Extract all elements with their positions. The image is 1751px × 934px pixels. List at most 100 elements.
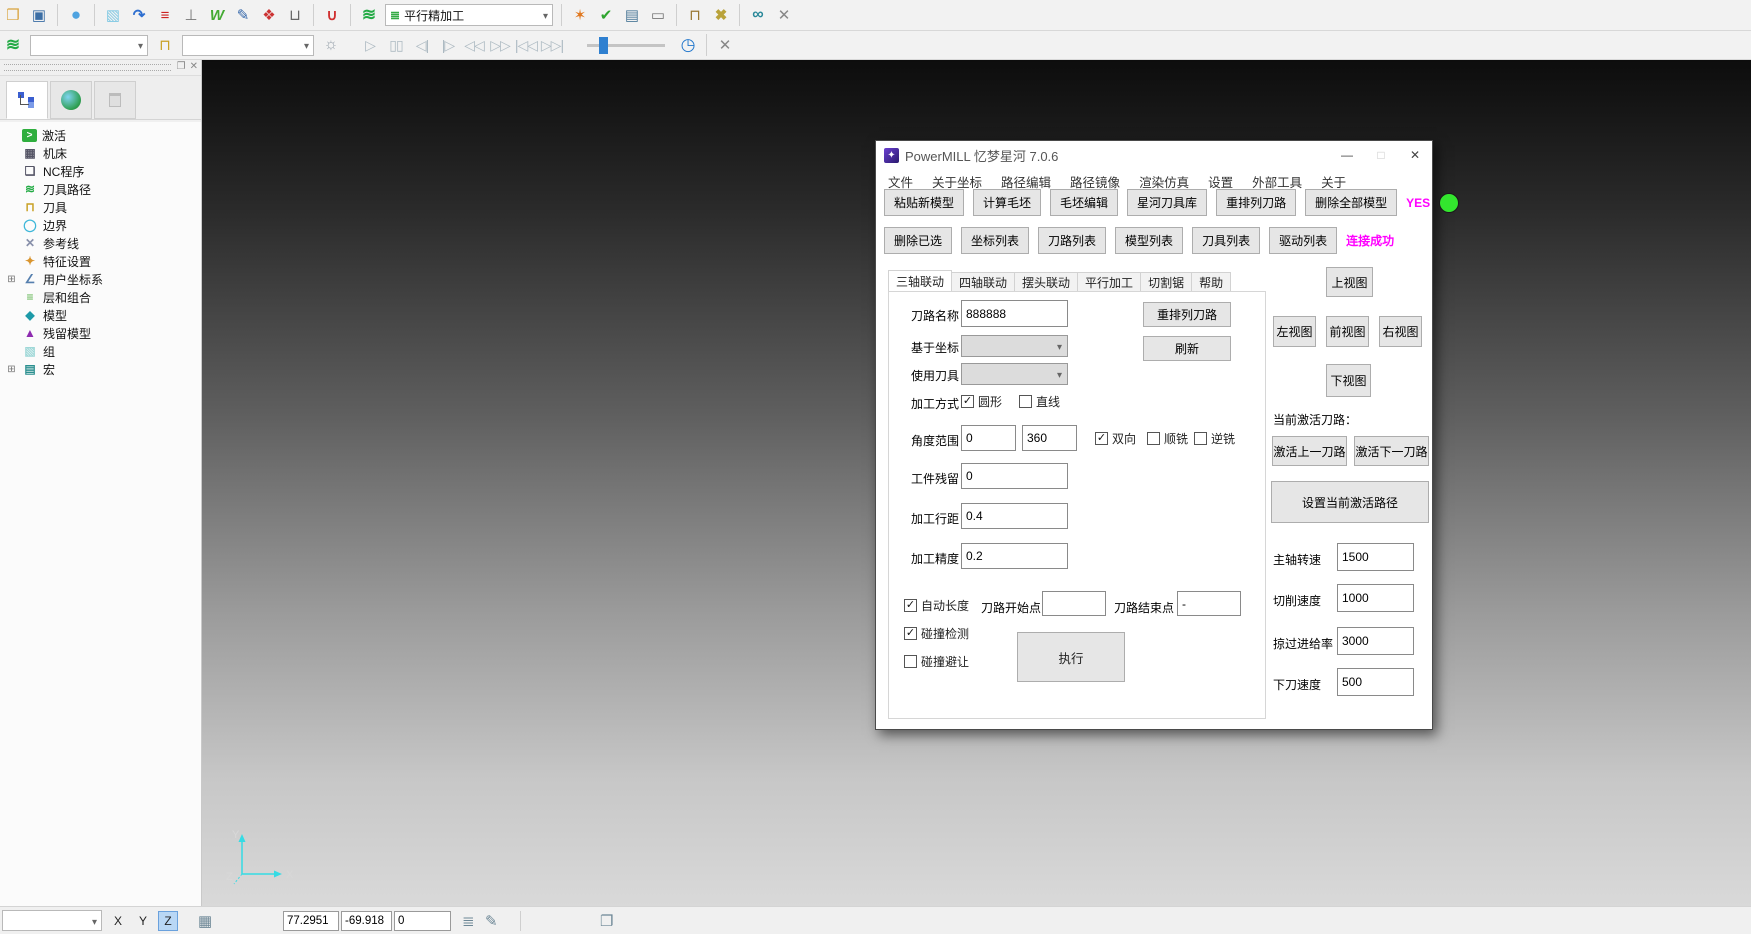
block-edit-button[interactable]: 毛坯编辑 bbox=[1050, 189, 1118, 216]
bidirectional-checkbox[interactable]: ✓ 双向 bbox=[1095, 430, 1136, 447]
method-circle-checkbox[interactable]: ✓ 圆形 bbox=[961, 393, 1002, 410]
toolpath-icon[interactable]: ≋ bbox=[357, 4, 381, 26]
tree-item-groups[interactable]: ▧ 组 bbox=[6, 342, 201, 360]
reorder-paths-button-2[interactable]: 重排列刀路 bbox=[1143, 302, 1231, 327]
coord-y-field[interactable] bbox=[341, 911, 392, 931]
rewind-icon[interactable]: ◁◁ bbox=[462, 34, 486, 56]
tab-help[interactable]: 帮助 bbox=[1191, 272, 1231, 292]
tab-parallel[interactable]: 平行加工 bbox=[1077, 272, 1141, 292]
activate-prev-button[interactable]: 激活上一刀路 bbox=[1272, 436, 1347, 466]
tree-item-tools[interactable]: ⊓ 刀具 bbox=[6, 198, 201, 216]
conventional-checkbox[interactable]: 逆铣 bbox=[1194, 430, 1235, 447]
end-point-input[interactable] bbox=[1177, 591, 1241, 616]
skip-start-icon[interactable]: |◁◁ bbox=[514, 34, 538, 56]
maximize-button[interactable]: □ bbox=[1364, 141, 1398, 169]
float-panel-icon[interactable]: ❐ bbox=[177, 61, 186, 72]
checkbox[interactable] bbox=[1147, 432, 1160, 445]
top-view-button[interactable]: 上视图 bbox=[1326, 267, 1373, 297]
method-line-checkbox[interactable]: 直线 bbox=[1019, 393, 1060, 410]
panel-grip[interactable]: ❐ ✕ bbox=[0, 60, 201, 76]
coord-z-field[interactable] bbox=[394, 911, 451, 931]
menu-file[interactable]: 文件 bbox=[888, 172, 913, 191]
sim-toolpath-dropdown[interactable] bbox=[30, 35, 148, 56]
tree-item-boundaries[interactable]: ◯ 边界 bbox=[6, 216, 201, 234]
skim-input[interactable] bbox=[1337, 627, 1414, 655]
calc-block-button[interactable]: 计算毛坯 bbox=[973, 189, 1041, 216]
verify-icon[interactable]: ✔ bbox=[594, 4, 618, 26]
tree-item-models[interactable]: ◆ 模型 bbox=[6, 306, 201, 324]
menu-mirror[interactable]: 路径镜像 bbox=[1070, 172, 1120, 191]
pause-icon[interactable]: ▯▯ bbox=[384, 34, 408, 56]
tree-item-patterns[interactable]: ✕ 参考线 bbox=[6, 234, 201, 252]
tree-item-stock-models[interactable]: ▲ 残留模型 bbox=[6, 324, 201, 342]
menu-about[interactable]: 关于 bbox=[1321, 172, 1346, 191]
close-panel-icon[interactable]: ✕ bbox=[190, 61, 198, 72]
start-point-input[interactable] bbox=[1042, 591, 1106, 616]
angle-to-input[interactable] bbox=[1022, 425, 1077, 451]
refresh-button[interactable]: 刷新 bbox=[1143, 336, 1231, 361]
statusbar-dropdown[interactable] bbox=[2, 910, 102, 931]
toolpath-name-input[interactable] bbox=[961, 300, 1068, 327]
shaded-view-icon[interactable]: ● bbox=[64, 4, 88, 26]
climb-checkbox[interactable]: 顺铣 bbox=[1147, 430, 1188, 447]
stepover-input[interactable] bbox=[961, 503, 1068, 529]
levels-icon[interactable]: ≡ bbox=[153, 4, 177, 26]
reorder-paths-button[interactable]: 重排列刀路 bbox=[1216, 189, 1296, 216]
collision-check-icon[interactable]: ∪ bbox=[320, 4, 344, 26]
block-icon[interactable]: ▧ bbox=[101, 4, 125, 26]
checkbox[interactable] bbox=[1194, 432, 1207, 445]
menu-path-edit[interactable]: 路径编辑 bbox=[1001, 172, 1051, 191]
tree-item-levels[interactable]: ≡ 层和组合 bbox=[6, 288, 201, 306]
axis-x-button[interactable]: X bbox=[108, 911, 128, 931]
spindle-input[interactable] bbox=[1337, 543, 1414, 571]
drive-list-button[interactable]: 驱动列表 bbox=[1269, 227, 1337, 254]
axis-z-button[interactable]: Z bbox=[158, 911, 178, 931]
bottom-view-button[interactable]: 下视图 bbox=[1326, 364, 1371, 397]
sim-close-icon[interactable]: ✕ bbox=[713, 34, 737, 56]
auto-length-checkbox[interactable]: ✓ 自动长度 bbox=[904, 597, 969, 614]
list-icon[interactable]: ≣ bbox=[462, 912, 475, 930]
open-file-icon[interactable]: ❒ bbox=[1, 4, 25, 26]
toolbar-close-icon[interactable]: ✕ bbox=[772, 4, 796, 26]
ruler-icon[interactable]: ▭ bbox=[646, 4, 670, 26]
calc-strategy-icon[interactable]: ✶ bbox=[568, 4, 592, 26]
coord-list-button[interactable]: 坐标列表 bbox=[961, 227, 1029, 254]
close-button[interactable]: ✕ bbox=[1398, 141, 1432, 169]
coord-select[interactable] bbox=[961, 335, 1068, 357]
tree-item-macros[interactable]: ⊞ ▤ 宏 bbox=[6, 360, 201, 378]
drill-tool-icon[interactable]: ⊥ bbox=[179, 4, 203, 26]
tool-pair-icon[interactable]: ⊓ bbox=[683, 4, 707, 26]
execute-button[interactable]: 执行 bbox=[1017, 632, 1125, 682]
checkbox[interactable]: ✓ bbox=[961, 395, 974, 408]
tab-recycle[interactable] bbox=[94, 81, 136, 119]
path-list-button[interactable]: 刀路列表 bbox=[1038, 227, 1106, 254]
cutting-input[interactable] bbox=[1337, 584, 1414, 612]
tab-3axis[interactable]: 三轴联动 bbox=[888, 270, 952, 292]
tolerance-input[interactable] bbox=[961, 543, 1068, 569]
checkbox[interactable] bbox=[904, 655, 917, 668]
tree-item-workplanes[interactable]: ⊞ ∠ 用户坐标系 bbox=[6, 270, 201, 288]
speed-slider[interactable] bbox=[587, 44, 665, 47]
left-view-button[interactable]: 左视图 bbox=[1273, 316, 1316, 347]
delete-models-button[interactable]: 删除全部模型 bbox=[1305, 189, 1397, 216]
skip-end-icon[interactable]: ▷▷| bbox=[540, 34, 564, 56]
pages-icon[interactable]: ❐ bbox=[600, 912, 613, 930]
lightbulb-icon[interactable]: ☼ bbox=[319, 34, 343, 56]
snap-icon[interactable]: ✎ bbox=[485, 912, 498, 930]
tree-item-activate[interactable]: > 激活 bbox=[6, 126, 201, 144]
tree-item-toolpaths[interactable]: ≋ 刀具路径 bbox=[6, 180, 201, 198]
stock-input[interactable] bbox=[961, 463, 1068, 489]
tree-item-machine[interactable]: ▦ 机床 bbox=[6, 144, 201, 162]
save-icon[interactable]: ▣ bbox=[27, 4, 51, 26]
fast-forward-icon[interactable]: ▷▷ bbox=[488, 34, 512, 56]
step-back-icon[interactable]: ◁| bbox=[410, 34, 434, 56]
collision-avoid-checkbox[interactable]: 碰撞避让 bbox=[904, 653, 969, 670]
find-icon[interactable]: ∞ bbox=[746, 4, 770, 26]
set-active-path-button[interactable]: 设置当前激活路径 bbox=[1271, 481, 1429, 523]
model-list-button[interactable]: 模型列表 bbox=[1115, 227, 1183, 254]
grid-icon[interactable]: ▦ bbox=[198, 912, 212, 930]
tab-4axis[interactable]: 四轴联动 bbox=[951, 272, 1015, 292]
toolpath-link-icon[interactable]: ↷ bbox=[127, 4, 151, 26]
tool-select[interactable] bbox=[961, 363, 1068, 385]
plunge-input[interactable] bbox=[1337, 668, 1414, 696]
